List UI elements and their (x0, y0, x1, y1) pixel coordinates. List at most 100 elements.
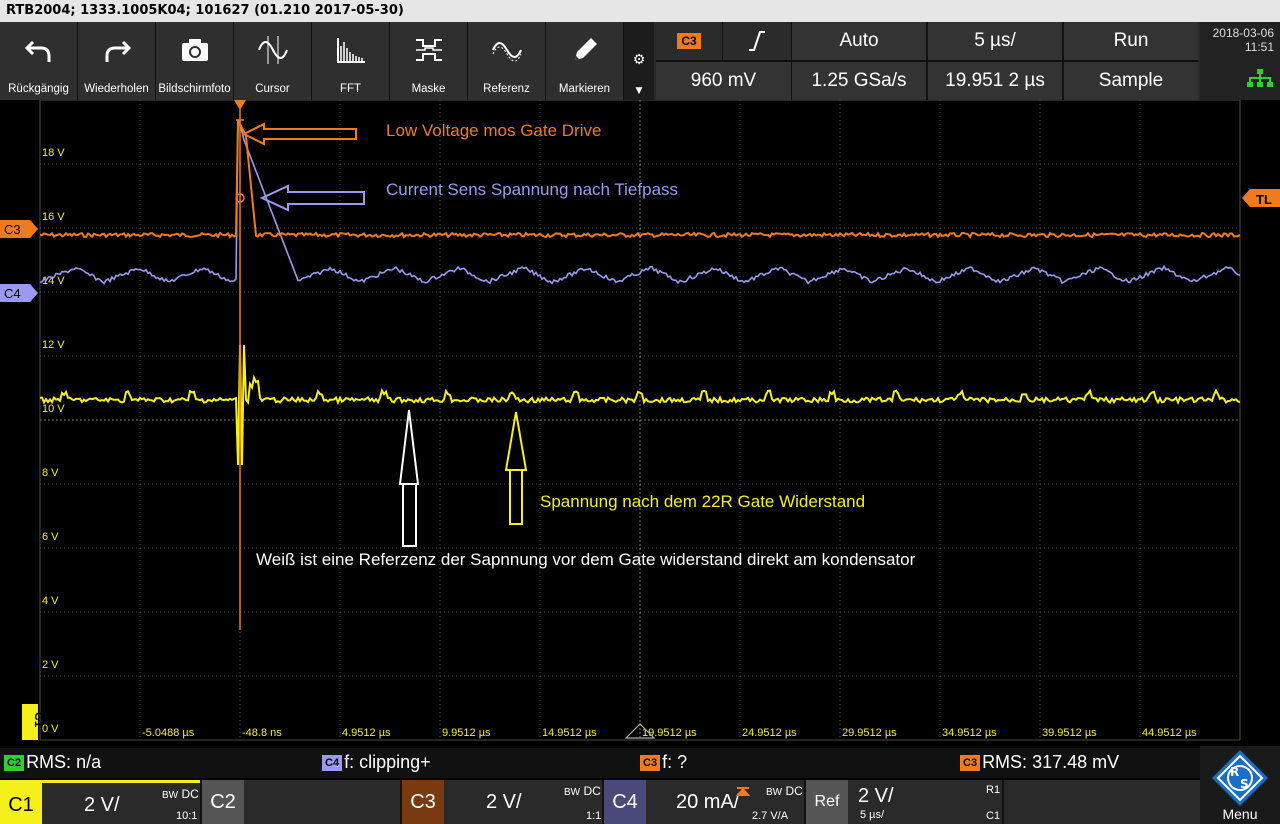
settings-menu-button[interactable]: ⚙ ▼ (624, 22, 654, 100)
c2-label: C2 (202, 780, 244, 824)
time: 11:51 (1244, 40, 1274, 54)
sample-rate[interactable]: 1.25 GSa/s (792, 62, 926, 100)
c3-scale: 2 V/ (486, 790, 522, 813)
orange-annotation-arrow (241, 122, 357, 146)
channel-c1[interactable]: C1 2 V/ BW DC 10:1 (0, 780, 200, 824)
channel-c3[interactable]: C3 2 V/ BW DC 1:1 (402, 780, 602, 824)
measurement-2-value: f: clipping+ (344, 752, 431, 772)
tl-marker-label: TL (1256, 192, 1272, 207)
y-tick-label: 16 V (42, 211, 65, 223)
measurement-4-value: RMS: 317.48 mV (982, 752, 1120, 772)
screenshot-label: Bildschirmfoto (158, 83, 231, 95)
channel-c4[interactable]: C4 20 mA/ BW DC 2.7 V/A (604, 780, 804, 824)
trigger-level[interactable]: 960 mV (656, 62, 791, 100)
x-tick-label: -48.8 ns (242, 727, 282, 739)
c4-label: C4 (604, 780, 646, 824)
c1-label: C1 (0, 783, 42, 824)
c3-marker-label: C3 (4, 222, 21, 237)
x-axis-labels: -5.0488 µs -48.8 ns 4.9512 µs 9.9512 µs 14.9… (142, 727, 1197, 739)
x-tick-label: 14.9512 µs (542, 727, 597, 739)
channel-bar-empty (1004, 780, 1200, 824)
y-tick-label: 8 V (42, 467, 59, 479)
white-annotation: Weiß ist eine Referzenz der Sapnnung vor… (256, 550, 916, 569)
pencil-icon (574, 38, 597, 60)
fft-icon (336, 38, 365, 63)
measurement-3-source: C3 (640, 754, 661, 771)
screenshot-button[interactable]: Bildschirmfoto (156, 22, 234, 100)
menu-button[interactable]: R S Menu (1200, 746, 1280, 824)
reference-wave-icon (491, 42, 522, 62)
cursor-wave-icon (257, 36, 288, 64)
c3-coupling: BW DC (564, 784, 601, 798)
x-tick-label: 24.9512 µs (742, 727, 797, 739)
acquisition-mode[interactable]: Sample (1064, 62, 1198, 100)
yellow-annotation: Spannung nach dem 22R Gate Widerstand (540, 492, 866, 511)
run-state[interactable]: Run (1064, 22, 1198, 60)
mask-button[interactable]: Maske (390, 22, 468, 100)
toolbar: Rückgängig Wiederholen Bildschirmfoto Cu… (0, 22, 1280, 100)
trigger-mode[interactable]: Auto (792, 22, 926, 60)
cursor-button[interactable]: Cursor (234, 22, 312, 100)
acquisition-settings: C3 Auto 5 µs/ Run 960 mV 1.25 GSa/s 19.9… (656, 22, 1198, 100)
camera-icon (181, 39, 208, 61)
x-tick-label: 29.9512 µs (842, 727, 897, 739)
measurement-3[interactable]: C3 f: ? (640, 752, 687, 773)
c3-offset-marker[interactable]: C3 (0, 220, 38, 238)
undo-label: Rückgängig (8, 83, 69, 95)
rising-edge-icon (749, 31, 765, 51)
rs-logo-icon: R S (1212, 750, 1268, 806)
measurement-4[interactable]: C3 RMS: 317.48 mV (960, 752, 1119, 773)
network-icon (1247, 69, 1273, 87)
mask-icon (415, 39, 442, 61)
x-tick-label: 9.9512 µs (442, 727, 491, 739)
c4-offset-marker[interactable]: C4 (0, 284, 38, 302)
c1-scale: 2 V/ (84, 793, 120, 816)
c3-label: C3 (402, 780, 444, 824)
reference-label: Referenz (483, 83, 530, 95)
reference-button[interactable]: Referenz (468, 22, 546, 100)
c4-probe-ratio: 2.7 V/A (752, 810, 789, 822)
y-tick-label: 12 V (42, 339, 65, 351)
trigger-slope[interactable] (723, 22, 791, 60)
yellow-annotation-arrow (504, 411, 528, 525)
y-tick-label: 6 V (42, 531, 59, 543)
channel-c2[interactable]: C2 (202, 780, 400, 824)
measurement-1-value: RMS: n/a (26, 752, 102, 772)
c1-marker-label: C1 (32, 712, 46, 728)
redo-icon (105, 40, 131, 62)
reference-waveform[interactable]: Ref 2 V/ 5 µs/ R1 C1 (806, 780, 1002, 824)
redo-label: Wiederholen (84, 83, 149, 95)
x-tick-label: -5.0488 µs (142, 727, 195, 739)
measurement-3-value: f: ? (662, 752, 688, 772)
measurement-1-source: C2 (4, 754, 25, 771)
measurement-bar: C2 RMS: n/a C4 f: clipping+ C3 f: ? C3 R… (0, 748, 1280, 778)
mark-label: Markieren (558, 83, 611, 95)
x-tick-label: 39.9512 µs (1042, 727, 1097, 739)
date: 2018-03-06 (1212, 26, 1274, 40)
blue-annotation-arrow (259, 184, 365, 212)
trigger-position[interactable]: 19.951 2 µs (928, 62, 1062, 100)
trigger-source-badge: C3 (677, 33, 701, 49)
undo-icon (24, 40, 50, 62)
undo-button[interactable]: Rückgängig (0, 22, 78, 100)
clipping-warning-icon (736, 787, 750, 796)
measurement-2[interactable]: C4 f: clipping+ (322, 752, 431, 773)
x-tick-label: 19.9512 µs (642, 727, 697, 739)
measurement-1[interactable]: C2 RMS: n/a (4, 752, 101, 773)
trigger-source[interactable]: C3 (656, 22, 722, 60)
timebase[interactable]: 5 µs/ (928, 22, 1062, 60)
ref-timebase: 5 µs/ (860, 809, 885, 821)
c4-coupling: BW DC (766, 784, 803, 798)
ref-source-1: R1 (986, 784, 1001, 796)
white-annotation-arrow (398, 409, 420, 547)
x-tick-label: 34.9512 µs (942, 727, 997, 739)
c4-marker-label: C4 (4, 286, 21, 301)
window-title: RTB2004; 1333.1005K04; 101627 (01.210 20… (0, 0, 1280, 22)
x-tick-label: 44.9512 µs (1142, 727, 1197, 739)
redo-button[interactable]: Wiederholen (78, 22, 156, 100)
fft-button[interactable]: FFT (312, 22, 390, 100)
mark-button[interactable]: Markieren (546, 22, 624, 100)
trigger-level-marker[interactable]: TL (1242, 189, 1280, 207)
cursor-label: Cursor (255, 83, 290, 95)
c1-probe-ratio: 10:1 (176, 810, 198, 822)
